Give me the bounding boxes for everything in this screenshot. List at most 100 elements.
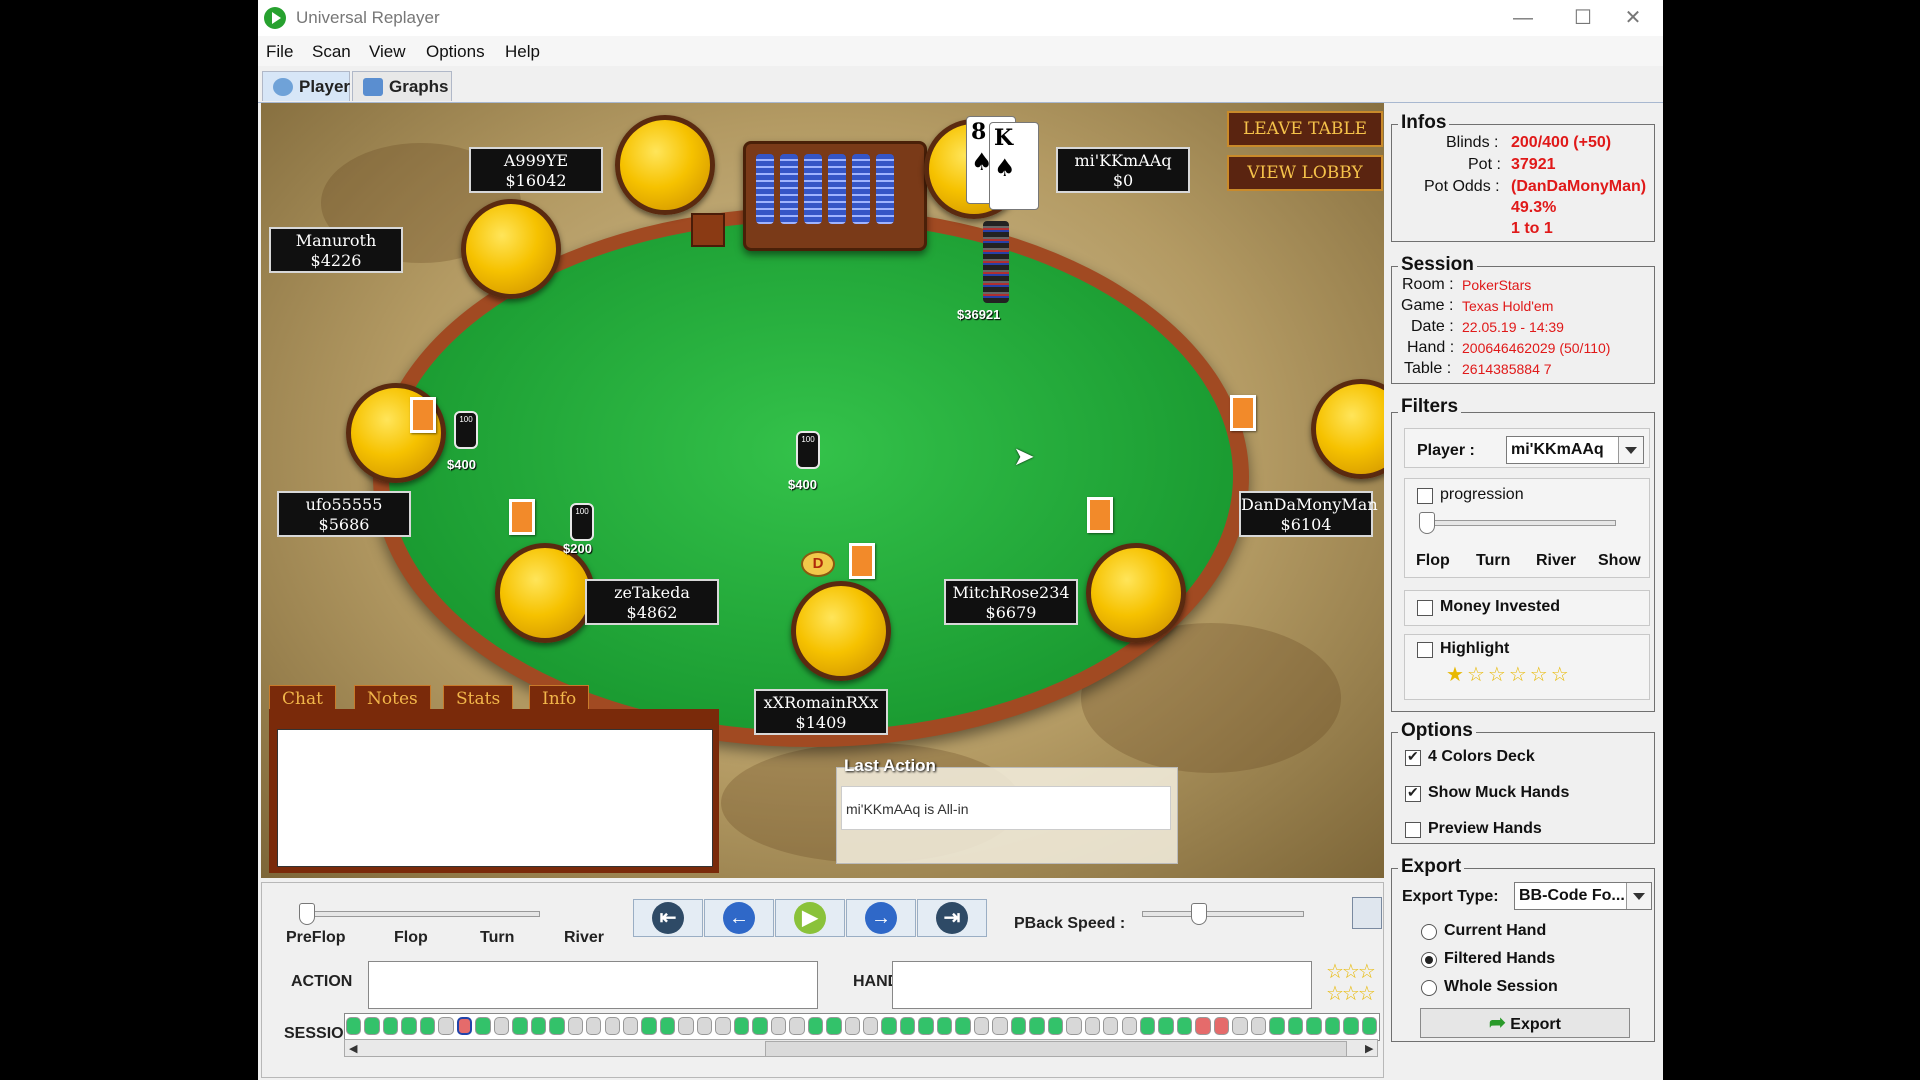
- session-hand-cell[interactable]: [955, 1017, 971, 1035]
- first-hand-button[interactable]: ⇤: [633, 899, 703, 937]
- show-muck-hands-checkbox[interactable]: [1405, 784, 1421, 802]
- session-hand-cell[interactable]: [1343, 1017, 1359, 1035]
- session-hand-cell[interactable]: [1195, 1017, 1211, 1035]
- seat[interactable]: [1311, 379, 1384, 479]
- session-hand-cell[interactable]: [992, 1017, 1008, 1035]
- seat[interactable]: [1086, 543, 1186, 643]
- session-hand-cell[interactable]: [401, 1017, 417, 1035]
- highlight-checkbox[interactable]: [1417, 642, 1433, 658]
- session-hand-cell[interactable]: [586, 1017, 602, 1035]
- session-hand-cell[interactable]: [641, 1017, 657, 1035]
- session-hand-strip[interactable]: [344, 1013, 1380, 1041]
- export-button[interactable]: ➦ Export: [1420, 1008, 1630, 1038]
- scroll-right-icon[interactable]: ▶: [1365, 1042, 1373, 1055]
- session-hand-cell[interactable]: [1010, 1017, 1027, 1035]
- session-hand-cell[interactable]: [1047, 1017, 1064, 1035]
- star-icon[interactable]: ★: [1446, 664, 1464, 686]
- progression-checkbox[interactable]: [1417, 488, 1433, 504]
- session-hand-cell[interactable]: [1139, 1017, 1156, 1035]
- save-icon[interactable]: [1352, 897, 1382, 929]
- scroll-left-icon[interactable]: ◀: [349, 1042, 357, 1055]
- session-hand-cell[interactable]: [1103, 1017, 1119, 1035]
- session-hand-cell[interactable]: [346, 1017, 362, 1035]
- session-hand-cell[interactable]: [530, 1017, 547, 1035]
- session-hand-cell[interactable]: [567, 1017, 584, 1035]
- minimize-button[interactable]: —: [1493, 0, 1553, 36]
- session-hand-cell[interactable]: [1287, 1017, 1304, 1035]
- session-hand-cell[interactable]: [715, 1017, 731, 1035]
- session-hand-cell[interactable]: [826, 1017, 842, 1035]
- session-hand-cell[interactable]: [419, 1017, 436, 1035]
- action-field[interactable]: [368, 961, 818, 1009]
- session-hand-cell[interactable]: [364, 1017, 380, 1035]
- close-button[interactable]: ✕: [1603, 0, 1663, 36]
- play-button[interactable]: ▶: [775, 899, 845, 937]
- session-hand-cell[interactable]: [659, 1017, 676, 1035]
- session-hand-cell[interactable]: [1176, 1017, 1193, 1035]
- whole-session-radio[interactable]: [1421, 980, 1437, 996]
- session-hand-cell[interactable]: [936, 1017, 953, 1035]
- previous-button[interactable]: ←: [704, 899, 774, 937]
- session-hand-cell[interactable]: [438, 1017, 454, 1035]
- current-hand-radio[interactable]: [1421, 924, 1437, 940]
- hand-field[interactable]: [892, 961, 1312, 1009]
- session-hand-cell[interactable]: [881, 1017, 897, 1035]
- four-colors-deck-checkbox[interactable]: [1405, 748, 1421, 766]
- tab-graphs[interactable]: Graphs: [352, 71, 452, 101]
- menu-file[interactable]: File: [266, 42, 293, 62]
- session-hand-cell[interactable]: [456, 1017, 473, 1035]
- session-hand-cell[interactable]: [973, 1017, 990, 1035]
- menu-options[interactable]: Options: [426, 42, 485, 62]
- session-hand-cell[interactable]: [899, 1017, 916, 1035]
- last-hand-button[interactable]: ⇥: [917, 899, 987, 937]
- tab-info[interactable]: Info: [529, 685, 590, 712]
- session-hand-cell[interactable]: [604, 1017, 620, 1035]
- menu-view[interactable]: View: [369, 42, 406, 62]
- session-hand-cell[interactable]: [807, 1017, 824, 1035]
- session-hand-cell[interactable]: [733, 1017, 750, 1035]
- session-hand-cell[interactable]: [622, 1017, 639, 1035]
- menu-help[interactable]: Help: [505, 42, 540, 62]
- session-hand-cell[interactable]: [752, 1017, 768, 1035]
- filtered-hands-radio[interactable]: [1421, 952, 1437, 968]
- seat[interactable]: [791, 581, 891, 681]
- speed-slider-thumb[interactable]: [1191, 903, 1207, 925]
- star-icon[interactable]: ☆: [1551, 664, 1569, 686]
- session-hand-cell[interactable]: [512, 1017, 528, 1035]
- player-filter-dropdown[interactable]: mi'KKmAAq: [1506, 436, 1644, 464]
- scroll-thumb[interactable]: [765, 1041, 1347, 1057]
- session-hand-cell[interactable]: [1158, 1017, 1174, 1035]
- session-hand-cell[interactable]: [1213, 1017, 1230, 1035]
- star-icon[interactable]: ☆: [1530, 664, 1548, 686]
- seat[interactable]: [495, 543, 595, 643]
- session-hand-cell[interactable]: [549, 1017, 565, 1035]
- session-hand-cell[interactable]: [1306, 1017, 1322, 1035]
- leave-table-button[interactable]: LEAVE TABLE: [1227, 111, 1383, 147]
- rating-stars[interactable]: ☆☆☆ ☆☆☆: [1326, 961, 1376, 1005]
- seat[interactable]: [461, 199, 561, 299]
- star-icon[interactable]: ☆: [1467, 664, 1485, 686]
- session-hand-cell[interactable]: [1084, 1017, 1101, 1035]
- star-icon[interactable]: ☆: [1488, 664, 1506, 686]
- session-hand-cell[interactable]: [844, 1017, 860, 1035]
- highlight-stars[interactable]: ★ ☆ ☆ ☆ ☆ ☆: [1446, 662, 1572, 687]
- session-hand-cell[interactable]: [863, 1017, 879, 1035]
- chat-log[interactable]: [277, 729, 713, 867]
- session-hand-cell[interactable]: [678, 1017, 694, 1035]
- next-button[interactable]: →: [846, 899, 916, 937]
- session-hand-cell[interactable]: [382, 1017, 399, 1035]
- tab-notes[interactable]: Notes: [354, 685, 431, 712]
- session-hand-cell[interactable]: [1029, 1017, 1045, 1035]
- view-lobby-button[interactable]: VIEW LOBBY: [1227, 155, 1383, 191]
- tab-stats[interactable]: Stats: [443, 685, 514, 712]
- tab-chat[interactable]: Chat: [269, 685, 336, 712]
- progression-slider-thumb[interactable]: [1419, 512, 1435, 534]
- session-hand-cell[interactable]: [1269, 1017, 1285, 1035]
- session-hand-cell[interactable]: [1066, 1017, 1082, 1035]
- session-hand-cell[interactable]: [475, 1017, 491, 1035]
- session-hand-cell[interactable]: [493, 1017, 510, 1035]
- session-hand-cell[interactable]: [918, 1017, 934, 1035]
- session-hand-cell[interactable]: [1232, 1017, 1248, 1035]
- session-hand-cell[interactable]: [770, 1017, 787, 1035]
- money-invested-checkbox[interactable]: [1417, 600, 1433, 616]
